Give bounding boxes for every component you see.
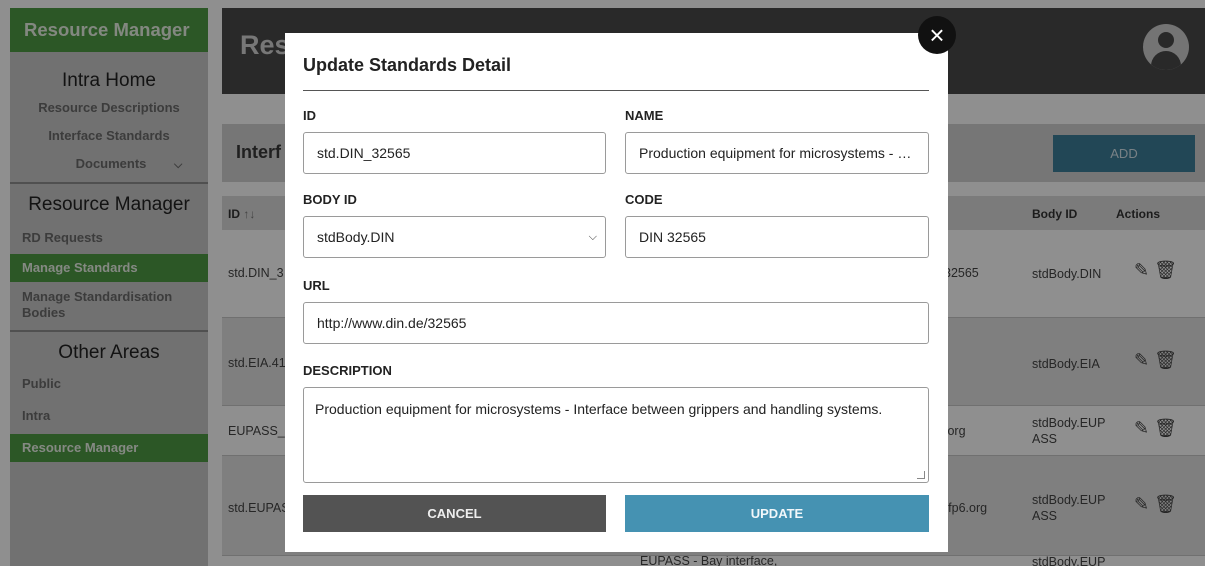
code-field[interactable]: DIN 32565	[625, 216, 929, 258]
cancel-button[interactable]: CANCEL	[303, 495, 606, 532]
description-text: Production equipment for microsystems - …	[315, 401, 883, 417]
dialog-divider	[303, 90, 929, 91]
name-field[interactable]: Production equipment for microsystems - …	[625, 132, 929, 174]
url-field[interactable]: http://www.din.de/32565	[303, 302, 929, 344]
body-id-selected-value: stdBody.DIN	[317, 229, 395, 245]
id-label: ID	[303, 108, 316, 123]
description-textarea[interactable]: Production equipment for microsystems - …	[303, 387, 929, 483]
chevron-down-icon: ⌵	[588, 231, 597, 243]
code-label: CODE	[625, 192, 663, 207]
update-standards-dialog: Update Standards Detail ID std.DIN_32565…	[285, 33, 948, 552]
dialog-title: Update Standards Detail	[303, 55, 512, 75]
update-button[interactable]: UPDATE	[625, 495, 929, 532]
name-label: NAME	[625, 108, 664, 123]
body-id-select[interactable]: stdBody.DIN ⌵	[303, 216, 606, 258]
body-id-label: BODY ID	[303, 192, 357, 207]
resize-handle[interactable]	[917, 471, 925, 479]
close-icon[interactable]: ×	[918, 16, 956, 54]
id-field[interactable]: std.DIN_32565	[303, 132, 606, 174]
description-label: DESCRIPTION	[303, 363, 392, 378]
url-label: URL	[303, 278, 330, 293]
